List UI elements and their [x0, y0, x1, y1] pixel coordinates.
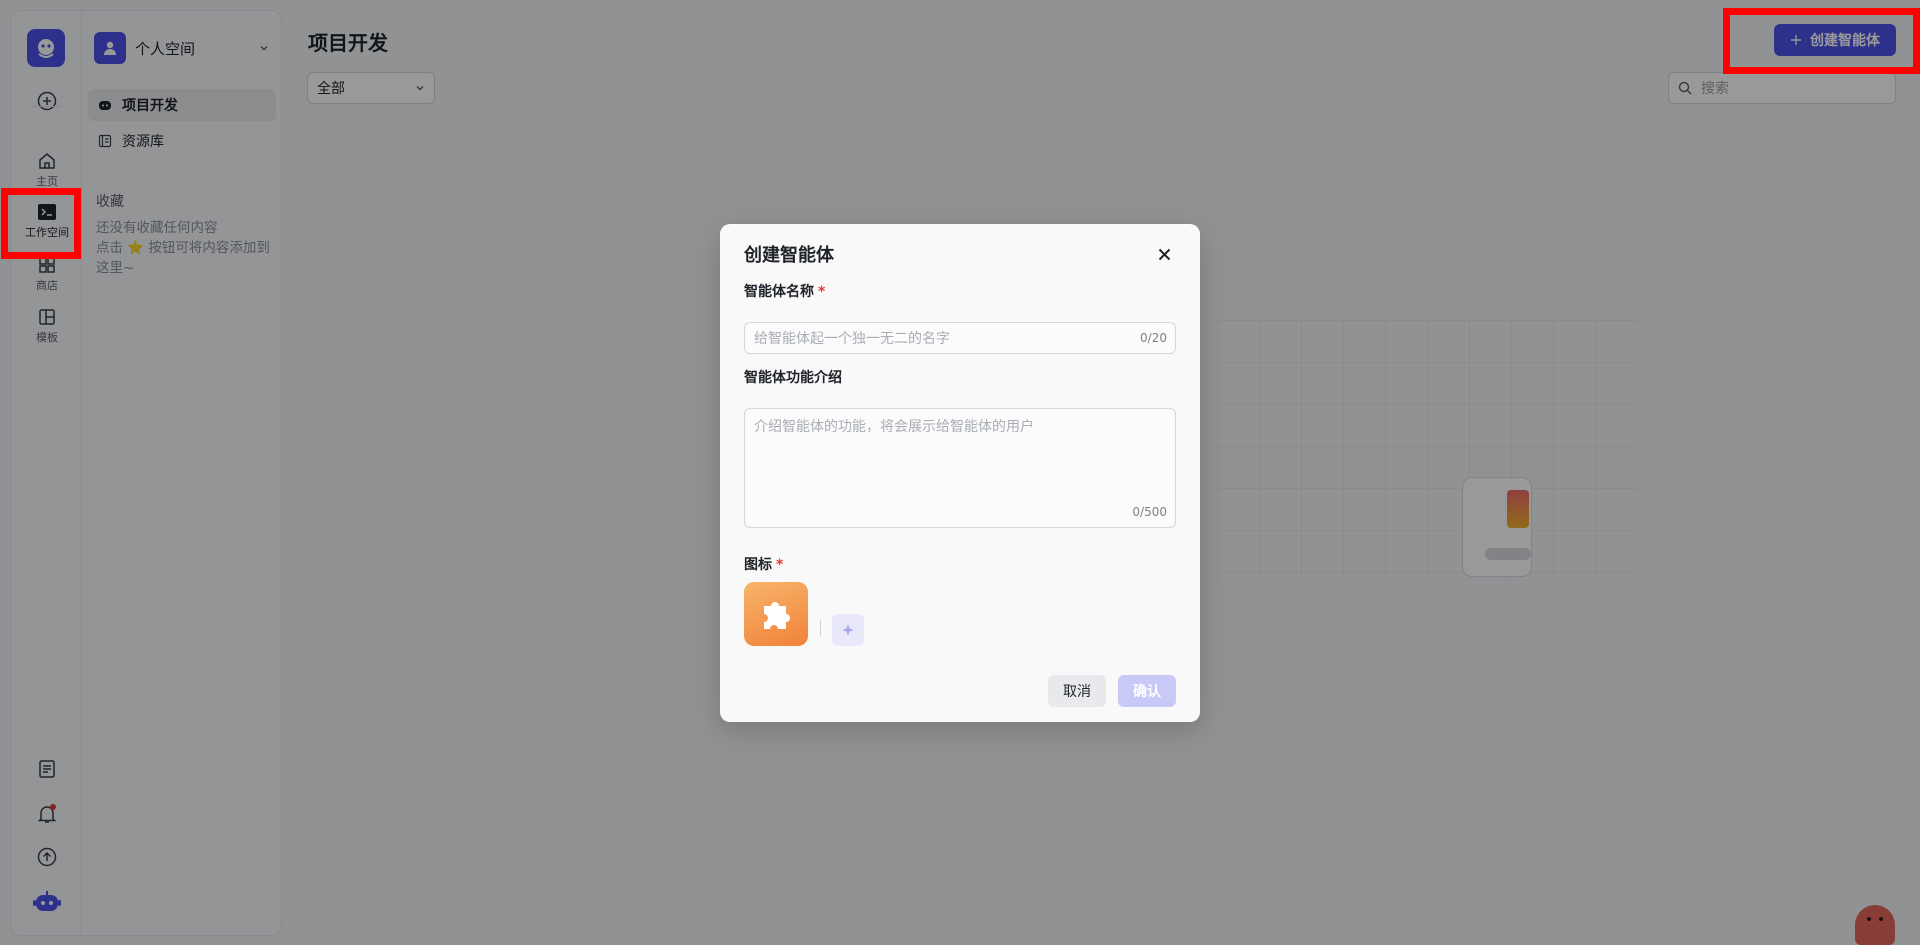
highlight-create-button	[1723, 8, 1920, 74]
agent-desc-textarea[interactable]: 介绍智能体的功能，将会展示给智能体的用户 0/500	[744, 408, 1176, 528]
required-mark: *	[776, 557, 784, 573]
puzzle-icon	[764, 602, 790, 629]
agent-desc-placeholder: 介绍智能体的功能，将会展示给智能体的用户	[754, 419, 1034, 435]
confirm-button[interactable]: 确认	[1118, 675, 1176, 707]
ai-generate-icon-button[interactable]	[832, 614, 864, 646]
icon-divider	[820, 620, 821, 636]
close-button[interactable]	[1152, 242, 1176, 266]
icon-label: 图标 *	[744, 554, 783, 574]
agent-name-input[interactable]: 给智能体起一个独一无二的名字 0/20	[744, 322, 1176, 354]
dialog-title: 创建智能体	[744, 245, 834, 266]
cancel-button[interactable]: 取消	[1048, 675, 1106, 707]
icon-label-text: 图标	[744, 557, 772, 573]
create-agent-dialog: 创建智能体 智能体名称 * 给智能体起一个独一无二的名字 0/20 智能体功能介绍…	[720, 224, 1200, 722]
sparkle-icon	[842, 624, 854, 636]
agent-desc-counter: 0/500	[1132, 505, 1167, 519]
app-root: 主页 工作空间 商店 模板 个人空间 项目开发 资源库 收藏 还没有收藏任何内容…	[0, 0, 1920, 945]
agent-name-label-text: 智能体名称	[744, 284, 814, 300]
agent-icon-preview[interactable]	[744, 582, 808, 646]
highlight-workspace	[1, 188, 81, 259]
agent-name-counter: 0/20	[1140, 331, 1167, 345]
agent-name-label: 智能体名称 *	[744, 281, 825, 301]
agent-name-placeholder: 给智能体起一个独一无二的名字	[754, 331, 950, 347]
close-icon	[1158, 248, 1170, 260]
required-mark: *	[818, 284, 826, 300]
agent-desc-label: 智能体功能介绍	[744, 370, 842, 386]
